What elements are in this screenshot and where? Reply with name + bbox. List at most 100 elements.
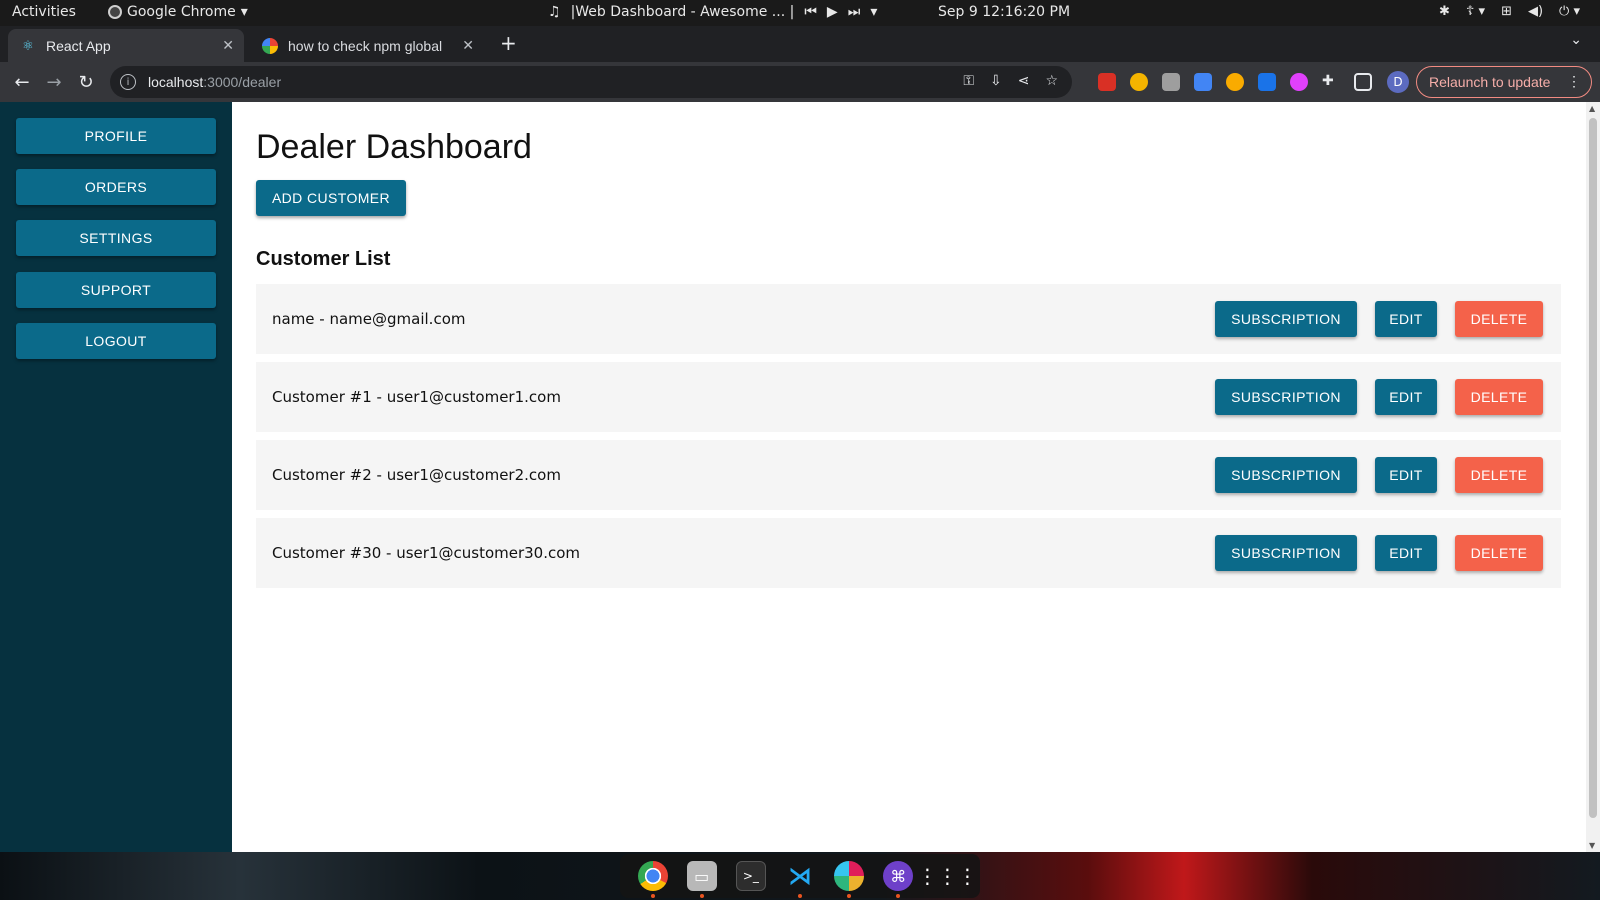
list-item: Customer #2 - user1@customer2.com SUBSCR… — [256, 440, 1561, 510]
list-item: Customer #1 - user1@customer1.com SUBSCR… — [256, 362, 1561, 432]
vscode-icon[interactable]: ⋊ — [785, 861, 815, 898]
add-customer-button[interactable]: ADD CUSTOMER — [256, 180, 406, 216]
star-icon[interactable]: ☆ — [1045, 73, 1058, 89]
media-controls[interactable]: ♫ |Web Dashboard - Awesome ... | ⏮ ▶ ⏭ ▾ — [548, 4, 877, 20]
extension-sun-icon[interactable] — [1226, 73, 1244, 91]
extension-image-icon[interactable] — [1258, 73, 1276, 91]
side-panel-icon[interactable] — [1354, 73, 1372, 91]
files-icon[interactable]: ▭ — [686, 861, 717, 898]
slack-icon[interactable] — [834, 861, 865, 898]
terminal-icon[interactable]: >_ — [735, 861, 766, 891]
key-icon[interactable]: ⚿ — [963, 73, 974, 89]
back-arrow-icon[interactable]: ← — [8, 68, 36, 96]
music-note-icon: ♫ — [548, 4, 561, 20]
power-icon[interactable]: ⏻ ▾ — [1559, 4, 1580, 19]
edit-button[interactable]: EDIT — [1375, 301, 1437, 337]
relaunch-button[interactable]: Relaunch to update ⋮ — [1416, 66, 1592, 98]
url-path: :3000/dealer — [203, 74, 282, 90]
react-icon: ⚛ — [22, 37, 34, 53]
relaunch-label: Relaunch to update — [1429, 74, 1551, 90]
row-actions: SUBSCRIPTION EDIT DELETE — [1215, 301, 1543, 337]
activities-button[interactable]: Activities — [12, 4, 76, 20]
customer-text: name - name@gmail.com — [272, 310, 466, 328]
delete-button[interactable]: DELETE — [1455, 535, 1543, 571]
url-text: localhost:3000/dealer — [148, 74, 281, 90]
address-bar[interactable]: i localhost:3000/dealer ⚿ ⇩ ⋖ ☆ — [110, 66, 1072, 98]
tab-npm-search[interactable]: how to check npm global ✕ — [252, 29, 484, 62]
delete-button[interactable]: DELETE — [1455, 379, 1543, 415]
page-title: Dealer Dashboard — [256, 128, 532, 166]
sidebar-item-logout[interactable]: LOGOUT — [16, 323, 216, 359]
row-actions: SUBSCRIPTION EDIT DELETE — [1215, 535, 1543, 571]
chrome-icon[interactable] — [637, 861, 668, 898]
edit-button[interactable]: EDIT — [1375, 535, 1437, 571]
edit-button[interactable]: EDIT — [1375, 379, 1437, 415]
app-menu[interactable]: Google Chrome ▾ — [108, 4, 248, 20]
sidebar-item-settings[interactable]: SETTINGS — [16, 220, 216, 256]
edit-button[interactable]: EDIT — [1375, 457, 1437, 493]
clock[interactable]: Sep 9 12:16:20 PM — [938, 4, 1070, 20]
tab-search-icon[interactable]: ⌄ — [1570, 32, 1582, 48]
customer-list-title: Customer List — [256, 248, 391, 270]
close-icon[interactable]: ✕ — [462, 37, 474, 54]
media-title: |Web Dashboard - Awesome ... | — [570, 4, 795, 20]
sidebar-item-support[interactable]: SUPPORT — [16, 272, 216, 308]
settings-icon[interactable]: ✱ — [1439, 4, 1450, 19]
volume-icon[interactable]: ◀) — [1528, 4, 1543, 19]
delete-button[interactable]: DELETE — [1455, 301, 1543, 337]
extensions-bar: ✚ — [1098, 73, 1372, 91]
customer-text: Customer #2 - user1@customer2.com — [272, 466, 561, 484]
scrollbar-thumb[interactable] — [1589, 118, 1597, 818]
github-desktop-icon[interactable]: ⌘ — [883, 861, 914, 898]
extension-doc-icon[interactable] — [1194, 73, 1212, 91]
google-icon — [262, 37, 278, 54]
install-icon[interactable]: ⇩ — [990, 73, 1002, 89]
app-menu-label: Google Chrome — [127, 4, 236, 20]
subscription-button[interactable]: SUBSCRIPTION — [1215, 379, 1357, 415]
scroll-up-icon[interactable]: ▲ — [1589, 104, 1595, 113]
sidebar-item-orders[interactable]: ORDERS — [16, 169, 216, 205]
row-actions: SUBSCRIPTION EDIT DELETE — [1215, 457, 1543, 493]
system-top-bar: Activities Google Chrome ▾ ♫ |Web Dashbo… — [0, 0, 1600, 26]
browser-toolbar: ← → ↻ i localhost:3000/dealer ⚿ ⇩ ⋖ ☆ ✚ … — [0, 62, 1600, 102]
taskbar-dock: ▭ >_ ⋊ ⌘ ⋮⋮⋮ — [0, 852, 1600, 900]
extensions-puzzle-icon[interactable]: ✚ — [1322, 73, 1340, 91]
tab-react-app[interactable]: ⚛ React App ✕ — [8, 29, 244, 62]
info-icon[interactable]: i — [120, 74, 136, 90]
accessibility-icon[interactable]: ☦ ▾ — [1466, 4, 1485, 19]
close-icon[interactable]: ✕ — [222, 37, 234, 54]
customer-text: Customer #30 - user1@customer30.com — [272, 544, 581, 562]
more-menu-icon[interactable]: ⋮ — [1567, 73, 1581, 90]
new-tab-button[interactable]: + — [500, 31, 517, 55]
network-icon[interactable]: ⊞ — [1501, 4, 1512, 19]
app-grid-icon[interactable]: ⋮⋮⋮ — [917, 861, 977, 891]
web-page: PROFILE ORDERS SETTINGS SUPPORT LOGOUT D… — [0, 102, 1600, 852]
share-icon[interactable]: ⋖ — [1018, 73, 1030, 89]
chevron-down-icon[interactable]: ▾ — [870, 4, 877, 20]
delete-button[interactable]: DELETE — [1455, 457, 1543, 493]
extension-puzzle-icon[interactable] — [1162, 73, 1180, 91]
profile-avatar[interactable]: D — [1387, 71, 1409, 93]
list-item: name - name@gmail.com SUBSCRIPTION EDIT … — [256, 284, 1561, 354]
previous-track-icon[interactable]: ⏮ — [804, 4, 817, 20]
sidebar: PROFILE ORDERS SETTINGS SUPPORT LOGOUT — [0, 102, 232, 852]
forward-arrow-icon[interactable]: → — [40, 68, 68, 96]
sidebar-item-profile[interactable]: PROFILE — [16, 118, 216, 154]
scroll-down-icon[interactable]: ▼ — [1589, 841, 1595, 850]
subscription-button[interactable]: SUBSCRIPTION — [1215, 457, 1357, 493]
tab-title: how to check npm global — [288, 37, 443, 54]
customer-text: Customer #1 - user1@customer1.com — [272, 388, 561, 406]
subscription-button[interactable]: SUBSCRIPTION — [1215, 535, 1357, 571]
page-scrollbar[interactable]: ▲ ▼ — [1586, 102, 1600, 852]
extension-x-icon[interactable] — [1098, 73, 1116, 91]
system-tray[interactable]: ✱ ☦ ▾ ⊞ ◀) ⏻ ▾ — [1439, 4, 1580, 19]
play-icon[interactable]: ▶ — [827, 4, 838, 20]
browser-tab-strip: ⚛ React App ✕ how to check npm global ✕ … — [0, 26, 1600, 62]
extension-circle-icon[interactable] — [1290, 73, 1308, 91]
chrome-icon — [108, 5, 122, 19]
next-track-icon[interactable]: ⏭ — [848, 4, 861, 20]
subscription-button[interactable]: SUBSCRIPTION — [1215, 301, 1357, 337]
extension-color-icon[interactable] — [1130, 73, 1148, 91]
tab-title: React App — [46, 37, 111, 54]
reload-icon[interactable]: ↻ — [72, 68, 100, 96]
